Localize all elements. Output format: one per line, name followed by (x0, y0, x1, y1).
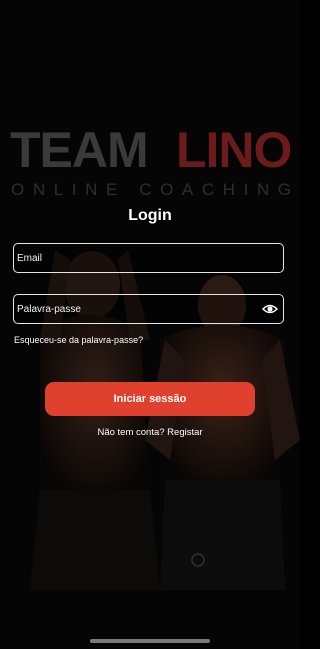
register-prompt: Não tem conta? Registar (0, 427, 300, 439)
forgot-password-link[interactable]: Esqueceu-se da palavra-passe? (14, 334, 143, 346)
no-account-text: Não tem conta? (97, 427, 165, 438)
team-lino-logo: TEAM LINO ONLINE COACHING (0, 120, 300, 210)
logo-subtitle: ONLINE COACHING (11, 180, 300, 199)
eye-icon[interactable] (262, 302, 278, 316)
logo-lino-text: LINO (176, 122, 292, 178)
password-input[interactable] (14, 295, 283, 323)
login-screen: TEAM LINO ONLINE COACHING Login Esqueceu… (0, 0, 300, 649)
home-indicator (90, 639, 210, 643)
logo-team-text: TEAM (10, 122, 149, 178)
email-input[interactable] (14, 244, 283, 272)
email-field[interactable] (13, 243, 284, 273)
password-field[interactable] (13, 294, 284, 324)
sign-in-button[interactable]: Iniciar sessão (45, 382, 255, 416)
register-link[interactable]: Registar (167, 427, 202, 438)
login-title: Login (128, 207, 172, 224)
